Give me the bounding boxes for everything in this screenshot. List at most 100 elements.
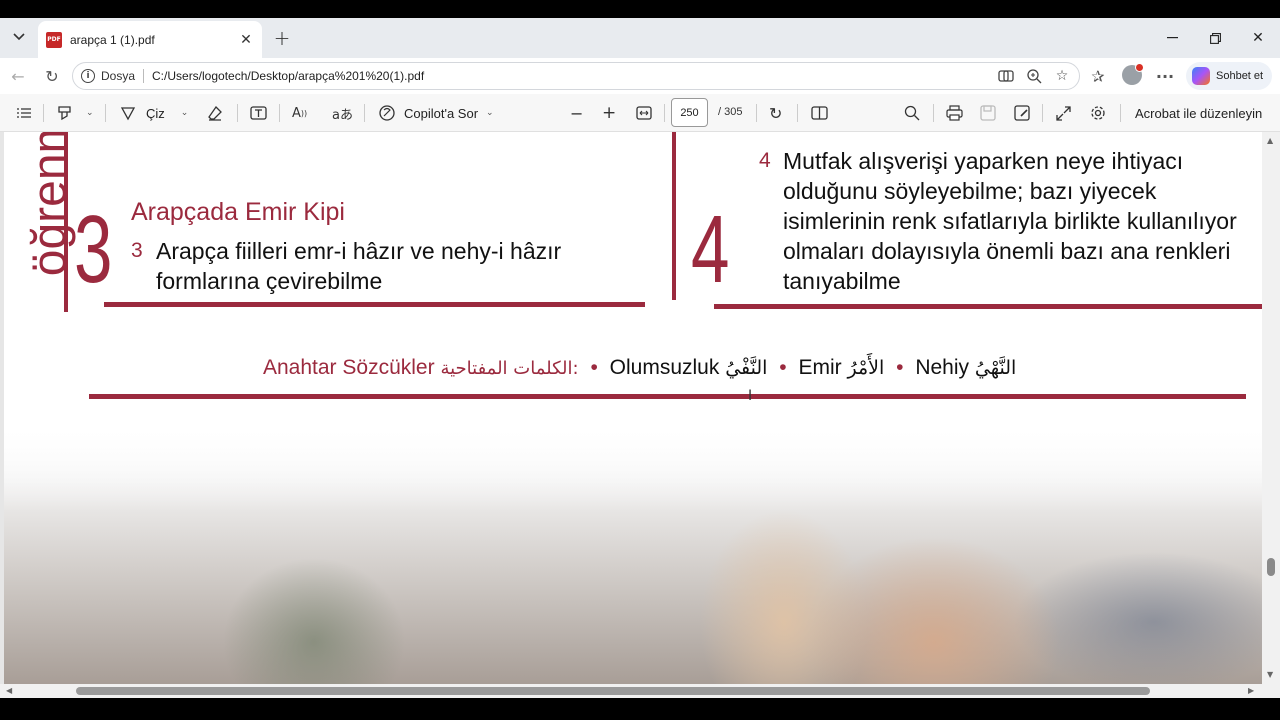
acrobat-edit-button[interactable]: Acrobat ile düzenleyin <box>1135 103 1262 123</box>
vertical-scrollbar[interactable]: ▲ ▼ <box>1262 132 1280 684</box>
rotate-icon[interactable]: ↻ <box>769 103 782 123</box>
read-aloud-icon[interactable]: A)) <box>292 103 307 123</box>
profile-avatar[interactable] <box>1122 63 1144 85</box>
right-vertical-rule <box>672 132 676 300</box>
toolbar-divider <box>105 104 106 122</box>
toolbar-divider <box>756 104 757 122</box>
tab-bar: PDF arapça 1 (1).pdf ✕ + ✕ <box>0 18 1280 58</box>
keywords-line: Anahtar Sözcükler الكلمات المفتاحية: • O… <box>263 356 1016 380</box>
fullscreen-icon[interactable] <box>1056 103 1071 123</box>
scroll-right-icon[interactable]: ▶ <box>1248 686 1254 695</box>
copilot-icon <box>1192 67 1210 85</box>
plus-icon[interactable]: + <box>270 26 294 50</box>
eraser-icon[interactable] <box>207 103 223 123</box>
page-total: / 305 <box>718 106 743 118</box>
objective-number: 4 <box>759 149 771 172</box>
section-number-4: 4 <box>691 196 730 303</box>
print-icon[interactable] <box>946 103 963 123</box>
bullet: • <box>590 356 598 379</box>
url-box[interactable]: i Dosya C:/Users/logotech/Desktop/arapça… <box>72 62 1080 90</box>
address-bar: ← ↻ i Dosya C:/Users/logotech/Desktop/ar… <box>0 58 1280 94</box>
zoom-out-icon[interactable]: − <box>570 103 583 123</box>
right-underline <box>714 304 1262 309</box>
toolbar-divider <box>933 104 934 122</box>
keyword-tr: Emir <box>798 356 842 379</box>
toolbar-divider <box>664 104 665 122</box>
copilot-ask-icon <box>379 105 395 121</box>
close-window-icon[interactable]: ✕ <box>1246 26 1270 50</box>
restore-icon[interactable] <box>1203 26 1227 50</box>
section-title: Arapçada Emir Kipi <box>131 198 345 226</box>
text-icon[interactable] <box>250 103 267 123</box>
pdf-toolbar: ⌄ Çiz ⌄ A)) aあ Copilot'a Sor ⌄ − + 250 /… <box>0 94 1280 132</box>
left-vertical-rule <box>64 132 68 312</box>
url-divider <box>143 69 145 83</box>
draw-button[interactable]: Çiz ⌄ <box>120 103 188 123</box>
scroll-up-icon[interactable]: ▲ <box>1267 136 1273 145</box>
copilot-ask-label: Copilot'a Sor <box>404 105 479 121</box>
photo-fade <box>4 422 1262 512</box>
favorite-star-icon[interactable]: ☆ <box>1053 67 1071 85</box>
left-underline <box>104 302 645 307</box>
translate-icon[interactable]: aあ <box>332 103 353 123</box>
acrobat-edit-label: Acrobat ile düzenleyin <box>1135 105 1263 121</box>
toolbar-divider <box>237 104 238 122</box>
toolbar-divider <box>279 104 280 122</box>
top-frame <box>0 0 1280 18</box>
scroll-left-icon[interactable]: ◀ <box>6 686 12 695</box>
toolbar-divider <box>1042 104 1043 122</box>
tab-list-icon[interactable] <box>8 26 30 48</box>
draw-label: Çiz <box>146 105 165 121</box>
keywords-label: Anahtar Sözcükler <box>263 356 435 379</box>
highlight-icon[interactable]: ⌄ <box>56 103 94 123</box>
back-icon[interactable]: ← <box>6 64 30 88</box>
fit-page-icon[interactable] <box>636 103 652 123</box>
copilot-chat-label: Sohbet et <box>1216 70 1264 82</box>
more-icon[interactable]: ··· <box>1153 64 1177 88</box>
keyword-tr: Nehiy <box>915 356 970 379</box>
toolbar-divider <box>364 104 365 122</box>
zoom-icon[interactable] <box>1025 67 1043 85</box>
toolbar-divider <box>1120 104 1121 122</box>
bullet: • <box>896 356 904 379</box>
pdf-file-icon: PDF <box>46 31 62 48</box>
url-scheme-label: Dosya <box>101 69 136 83</box>
copilot-ask-button[interactable]: Copilot'a Sor ⌄ <box>378 103 494 123</box>
save-as-icon[interactable] <box>1014 103 1030 123</box>
keyword-ar: النَّفْيُ <box>725 357 768 379</box>
pdf-viewer[interactable]: öğrenm 3 Arapçada Emir Kipi 3 Arapça fii… <box>0 132 1280 698</box>
immersive-reader-icon[interactable] <box>997 67 1015 85</box>
copilot-chat-button[interactable]: Sohbet et <box>1186 62 1272 90</box>
favorites-icon[interactable]: ✰ <box>1086 64 1110 88</box>
reload-icon[interactable]: ↻ <box>40 64 64 88</box>
section-number-3: 3 <box>74 196 113 303</box>
keyword-ar: النَّهْيُ <box>974 357 1017 379</box>
page-view-icon[interactable] <box>811 103 828 123</box>
bottom-frame <box>0 698 1280 720</box>
keyword-ar: الأَمْرُ <box>847 357 885 379</box>
tab-active[interactable]: PDF arapça 1 (1).pdf ✕ <box>38 21 262 58</box>
page-number-input[interactable]: 250 <box>671 98 708 127</box>
close-icon[interactable]: ✕ <box>238 32 254 48</box>
bullet: • <box>779 356 787 379</box>
objective-text: Mutfak alışverişi yaparken neye ihtiyacı… <box>783 148 1237 294</box>
info-icon[interactable]: i <box>81 69 95 83</box>
keywords-label-arabic: الكلمات المفتاحية: <box>440 358 579 379</box>
tab-title: arapça 1 (1).pdf <box>70 32 155 47</box>
text-cursor-icon: I <box>748 388 753 404</box>
pdf-page: öğrenm 3 Arapçada Emir Kipi 3 Arapça fii… <box>4 132 1262 684</box>
search-icon[interactable] <box>904 103 920 123</box>
horizontal-scroll-thumb[interactable] <box>76 687 1150 695</box>
minimize-icon[interactable] <box>1160 26 1184 50</box>
horizontal-scrollbar[interactable]: ◀ ▶ <box>0 684 1280 698</box>
vertical-scroll-thumb[interactable] <box>1267 558 1275 576</box>
zoom-in-icon[interactable]: + <box>602 103 616 123</box>
toolbar-divider <box>797 104 798 122</box>
contents-icon[interactable] <box>16 103 32 123</box>
save-icon[interactable] <box>980 103 996 123</box>
keyword-tr: Olumsuzluk <box>609 356 720 379</box>
scroll-down-icon[interactable]: ▼ <box>1267 670 1273 679</box>
objective-number: 3 <box>131 239 143 262</box>
settings-icon[interactable] <box>1090 103 1106 123</box>
url-text[interactable]: C:/Users/logotech/Desktop/arapça%201%20(… <box>152 69 424 83</box>
